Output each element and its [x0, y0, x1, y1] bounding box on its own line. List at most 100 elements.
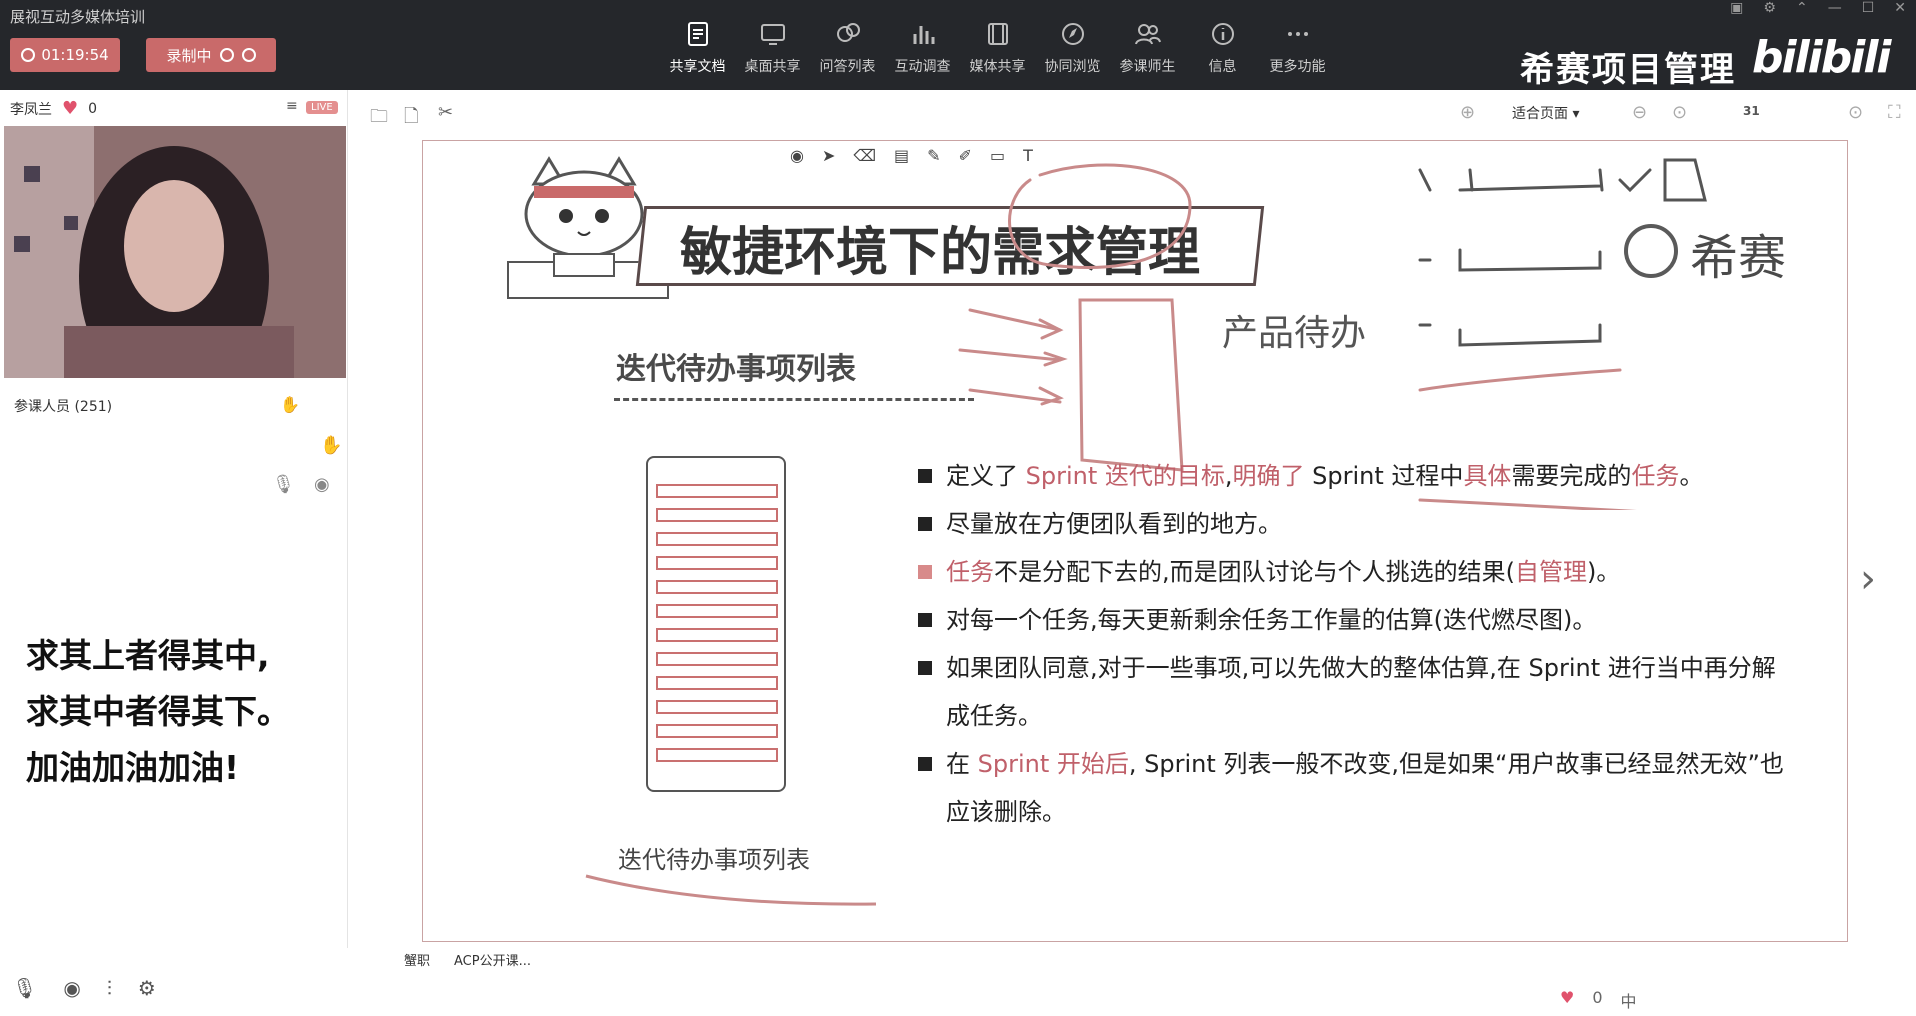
fullscreen-icon[interactable]: ⛶	[1888, 102, 1901, 123]
hand-icon[interactable]: ✋	[280, 395, 300, 414]
media-share-icon	[987, 23, 1008, 45]
skin-icon[interactable]: ▣	[1730, 0, 1743, 16]
tool-participants[interactable]: 参课师生	[1110, 12, 1185, 76]
stack-item	[656, 508, 778, 522]
eraser-icon[interactable]: ⌫	[853, 146, 876, 165]
like-count: 0	[88, 100, 98, 117]
bullet-text: 自管理	[1515, 558, 1587, 586]
slide-subtitle: 迭代待办事项列表	[616, 352, 856, 387]
app-title: 展视互动多媒体培训	[10, 8, 146, 26]
doc-tab-1[interactable]: 蟹职	[404, 950, 430, 969]
tool-label: 问答列表	[819, 59, 876, 75]
doc-tab-2[interactable]: ACP公开课...	[454, 950, 531, 969]
timer-text: 01:19:54	[41, 46, 109, 64]
survey-icon	[913, 26, 934, 44]
clear-icon[interactable]: ▤	[894, 146, 909, 165]
tool-qa-list[interactable]: 问答列表	[810, 12, 885, 76]
page-number[interactable]: 31	[1743, 104, 1760, 118]
zoom-out-icon[interactable]: ⊖	[1632, 102, 1647, 123]
left-panel: 李凤兰 ♥ 0 ≡ LIVE 参课人员 (251) ✋ ✋ 🎙 ◉ 求其上者得其…	[0, 90, 348, 1016]
mixer-icon[interactable]: ⫶	[107, 976, 112, 1000]
stop-record-icon[interactable]	[241, 48, 256, 62]
tool-label: 协同浏览	[1044, 59, 1101, 75]
bullet-item: 如果团队同意,对于一些事项,可以先做大的整体估算,在 Sprint 进行当中再分…	[916, 644, 1796, 740]
pause-timer-button[interactable]: 01:19:54	[10, 38, 120, 72]
window-controls: ▣ ⚙ ⌃ — ☐ ✕	[1730, 0, 1906, 16]
stack-item	[656, 628, 778, 642]
close-icon[interactable]: ✕	[1894, 0, 1906, 16]
menu-icon[interactable]: ≡	[286, 98, 298, 114]
tool-share-doc[interactable]: 共享文档	[660, 12, 735, 76]
bullet-item: 定义了 Sprint 迭代的目标,明确了 Sprint 过程中具体需要完成的任务…	[916, 452, 1796, 500]
recording-button[interactable]: 录制中	[146, 38, 276, 72]
share-doc-icon	[687, 22, 708, 46]
tray-like-count: 0	[1592, 988, 1603, 1007]
zoom-value: 适合页面	[1512, 106, 1568, 122]
pause-icon	[21, 48, 36, 62]
presenter-info: 李凤兰 ♥ 0	[10, 98, 97, 119]
tool-info[interactable]: 信息	[1185, 12, 1260, 76]
motto-text: 求其上者得其中, 求其中者得其下。 加油加油加油!	[26, 628, 290, 796]
heart-icon[interactable]: ♥	[1560, 988, 1574, 1012]
tool-label: 桌面共享	[744, 59, 801, 75]
motto-line-1: 求其上者得其中,	[26, 636, 270, 675]
raise-hand-icon[interactable]: ✋	[320, 435, 342, 456]
tool-desktop-share[interactable]: 桌面共享	[735, 12, 810, 76]
folder-icon[interactable]: 🗀	[370, 104, 388, 134]
tool-more[interactable]: 更多功能	[1260, 12, 1335, 76]
bullet-text: Sprint 过程中	[1304, 462, 1464, 490]
zoom-in-icon[interactable]: ⊕	[1460, 102, 1475, 123]
qa-list-icon	[836, 23, 860, 42]
prev-page-icon[interactable]: ⊙	[1672, 102, 1687, 123]
tool-label: 更多功能	[1269, 59, 1326, 75]
bullet-text: )。	[1587, 558, 1621, 586]
tool-media-share[interactable]: 媒体共享	[960, 12, 1035, 76]
doc-tabs: 蟹职 ACP公开课...	[404, 950, 531, 969]
presenter-video	[4, 126, 346, 378]
minimize-icon[interactable]: —	[1828, 0, 1842, 16]
presenter-name: 李凤兰	[10, 101, 52, 118]
bullet-text: 明确了	[1232, 462, 1305, 490]
next-slide-arrow[interactable]: ›	[1860, 556, 1876, 602]
stack-item	[656, 652, 778, 666]
next-page-icon[interactable]: ⊙	[1848, 102, 1863, 123]
subtitle-divider	[614, 398, 974, 401]
tool-co-browse[interactable]: 协同浏览	[1035, 12, 1110, 76]
camera-icon[interactable]: ◉	[63, 976, 80, 1000]
participants-icon	[1134, 24, 1161, 45]
heart-icon[interactable]: ♥	[62, 98, 78, 119]
bullet-text: 。	[1679, 462, 1704, 490]
motto-line-2: 求其中者得其下。	[26, 692, 290, 731]
info-icon	[1211, 23, 1234, 45]
tool-survey[interactable]: 互动调查	[885, 12, 960, 76]
file-icon[interactable]: 🗋	[404, 104, 418, 134]
tool-label: 参课师生	[1119, 59, 1176, 75]
settings-icon[interactable]: ⚙	[138, 976, 156, 1000]
microphone-icon[interactable]: 🎙	[272, 474, 295, 495]
co-browse-icon	[1061, 23, 1084, 45]
bullet-text: 定义了	[946, 462, 1026, 490]
camera-icon[interactable]: ◉	[314, 474, 330, 495]
cursor-icon[interactable]: ➤	[822, 146, 835, 165]
bullet-item: 对每一个任务,每天更新剩余任务工作量的估算(迭代燃尽图)。	[916, 596, 1796, 644]
pen-icon[interactable]: ✎	[927, 146, 940, 165]
stack-item	[656, 748, 778, 762]
settings-icon[interactable]: ⚙	[1763, 0, 1776, 16]
system-tray: ♥ 0 中	[1560, 988, 1637, 1012]
tool-label: 共享文档	[669, 59, 726, 75]
pin-icon[interactable]: ⌃	[1796, 0, 1808, 16]
microphone-icon[interactable]: 🎙	[12, 976, 37, 1000]
stack-item	[656, 724, 778, 738]
maximize-icon[interactable]: ☐	[1862, 0, 1875, 16]
stack-item	[656, 484, 778, 498]
bullet-text: 在	[946, 750, 978, 778]
zoom-select[interactable]: 适合页面 ▾	[1512, 103, 1579, 123]
bilibili-logo: bilibili	[1752, 32, 1891, 83]
pointer-dot-icon[interactable]: ◉	[790, 146, 804, 165]
scissors-icon[interactable]: ✂	[438, 102, 453, 123]
more-icon	[1287, 32, 1308, 36]
video-feed	[4, 126, 346, 378]
ime-indicator[interactable]: 中	[1621, 988, 1637, 1012]
bullet-item: 任务不是分配下去的,而是团队讨论与个人挑选的结果(自管理)。	[916, 548, 1796, 596]
pause-record-icon[interactable]	[219, 48, 234, 62]
